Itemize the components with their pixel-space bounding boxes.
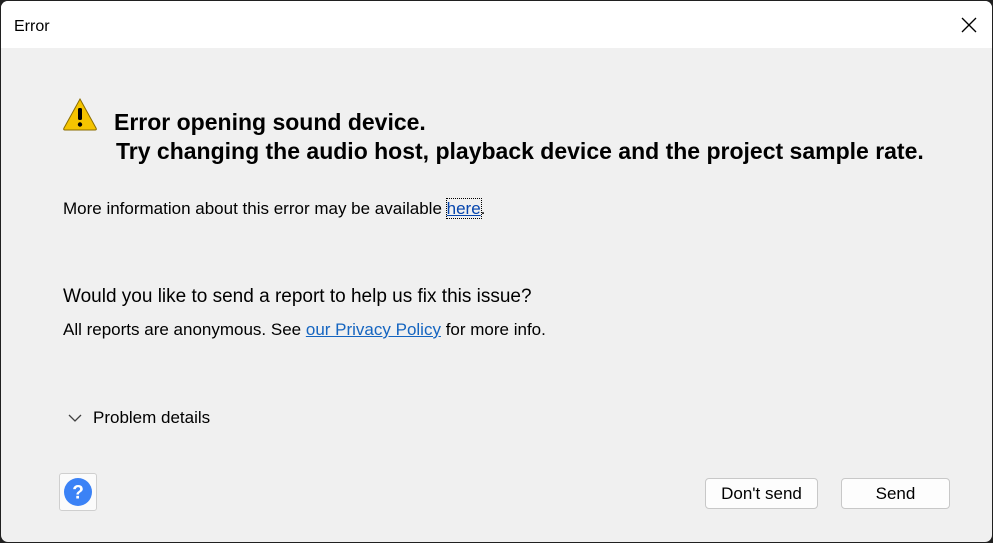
help-icon: ? — [64, 478, 92, 506]
more-info-suffix: . — [480, 199, 486, 218]
help-icon-glyph: ? — [72, 483, 84, 504]
window-title: Error — [14, 18, 50, 35]
privacy-policy-link[interactable]: our Privacy Policy — [306, 320, 441, 339]
here-link[interactable]: here — [445, 198, 482, 219]
anonymous-suffix: for more info. — [440, 320, 546, 339]
more-info-prefix: More information about this error may be… — [63, 199, 447, 218]
anonymous-info-text: All reports are anonymous. See our Priva… — [63, 319, 546, 341]
problem-details-toggle[interactable]: Problem details — [67, 406, 210, 430]
report-question: Would you like to send a report to help … — [63, 286, 532, 307]
error-heading: Error opening sound device. Try changing… — [114, 108, 924, 166]
error-heading-line2: Try changing the audio host, playback de… — [116, 138, 924, 164]
title-bar: Error — [1, 1, 992, 48]
error-heading-line1: Error opening sound device. — [114, 109, 426, 135]
close-button[interactable] — [946, 1, 992, 48]
close-icon — [961, 17, 977, 32]
send-button[interactable]: Send — [841, 478, 950, 509]
dont-send-button[interactable]: Don't send — [705, 478, 818, 509]
problem-details-label: Problem details — [93, 408, 211, 427]
warning-icon — [63, 97, 97, 131]
chevron-down-icon — [68, 414, 82, 422]
error-dialog: Error Error opening sound device. Try ch… — [1, 1, 992, 542]
more-info-text: More information about this error may be… — [63, 198, 485, 220]
anonymous-prefix: All reports are anonymous. See — [63, 320, 306, 339]
help-button[interactable]: ? — [59, 473, 97, 511]
